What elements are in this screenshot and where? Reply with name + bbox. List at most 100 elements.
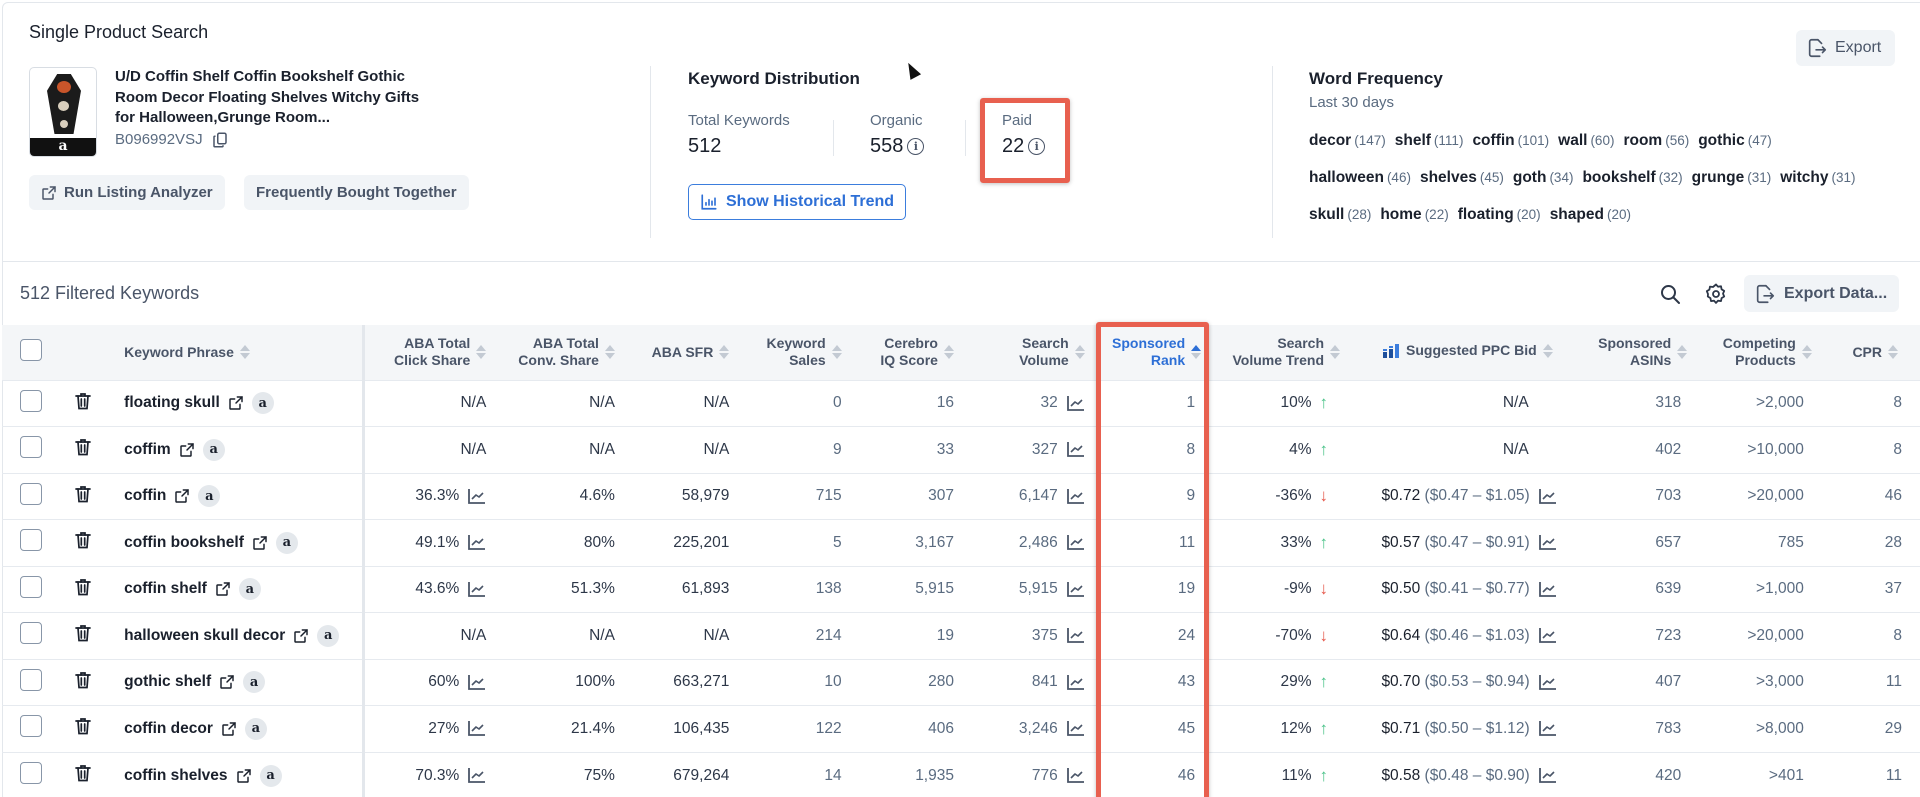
trend-chart-icon[interactable] [467, 767, 486, 784]
info-icon[interactable]: i [907, 138, 925, 155]
row-checkbox[interactable] [19, 575, 42, 598]
trash-icon[interactable] [74, 624, 91, 642]
trend-chart-icon[interactable] [1538, 767, 1557, 784]
trash-icon[interactable] [74, 717, 91, 735]
trash-icon[interactable] [74, 531, 91, 549]
export-data-button[interactable]: Export Data... [1744, 275, 1900, 312]
product-thumbnail[interactable]: a [29, 67, 97, 157]
trend-chart-icon[interactable] [1066, 488, 1085, 505]
trend-chart-icon[interactable] [1066, 441, 1085, 458]
keyword-phrase[interactable]: floating skull [124, 394, 220, 412]
external-link-icon[interactable] [221, 721, 237, 737]
external-link-icon[interactable] [252, 535, 268, 551]
row-checkbox[interactable] [19, 622, 42, 645]
keyword-phrase[interactable]: halloween skull decor [124, 627, 285, 645]
show-historical-trend-button[interactable]: Show Historical Trend [688, 184, 907, 220]
table-row[interactable]: coffim a N/A N/A N/A 9 33 327 8 4% ↑ N/A … [2, 426, 1920, 473]
header-keyword-phrase[interactable]: Keyword Phrase [106, 325, 366, 380]
table-row[interactable]: coffin bookshelf a 49.1% 80% 225,201 5 3… [2, 519, 1920, 566]
export-button[interactable]: Export [1796, 30, 1896, 66]
keyword-phrase[interactable]: coffin bookshelf [124, 534, 244, 552]
row-checkbox[interactable] [19, 762, 42, 784]
trend-chart-icon[interactable] [1538, 488, 1557, 505]
trend-chart-icon[interactable] [467, 581, 486, 598]
trend-chart-icon[interactable] [1066, 581, 1085, 598]
trash-icon[interactable] [74, 438, 91, 456]
external-link-icon[interactable] [219, 674, 235, 690]
trend-chart-icon[interactable] [1066, 720, 1085, 737]
header-competing-products[interactable]: Competing Products [1697, 325, 1822, 380]
row-checkbox[interactable] [19, 529, 42, 552]
trash-icon[interactable] [74, 671, 91, 689]
header-cpr[interactable]: CPR [1822, 325, 1920, 380]
amazon-search-icon[interactable]: a [317, 624, 340, 647]
external-link-icon[interactable] [179, 442, 195, 458]
header-cerebro-iq[interactable]: Cerebro IQ Score [852, 325, 964, 380]
run-listing-analyzer-button[interactable]: Run Listing Analyzer [29, 175, 225, 210]
trash-icon[interactable] [74, 764, 91, 782]
external-link-icon[interactable] [215, 581, 231, 597]
search-icon[interactable] [1658, 282, 1682, 306]
trend-chart-icon[interactable] [467, 488, 486, 505]
header-click-share[interactable]: ABA Total Click Share [364, 325, 497, 380]
keyword-phrase[interactable]: coffim [124, 441, 171, 459]
table-row[interactable]: halloween skull decor a N/A N/A N/A 214 … [2, 612, 1920, 659]
row-checkbox[interactable] [19, 715, 42, 738]
row-checkbox[interactable] [19, 668, 42, 691]
keyword-phrase[interactable]: coffin shelf [124, 580, 207, 598]
table-row[interactable]: gothic shelf a 60% 100% 663,271 10 280 8… [2, 659, 1920, 706]
amazon-search-icon[interactable]: a [259, 764, 282, 787]
amazon-search-icon[interactable]: a [251, 392, 274, 415]
trend-chart-icon[interactable] [1066, 627, 1085, 644]
amazon-search-icon[interactable]: a [238, 578, 261, 601]
table-row[interactable]: floating skull a N/A N/A N/A 0 16 32 1 1… [2, 380, 1920, 427]
external-link-icon[interactable] [228, 395, 244, 411]
trend-chart-icon[interactable] [1538, 581, 1557, 598]
amazon-search-icon[interactable]: a [202, 438, 225, 461]
external-link-icon[interactable] [293, 628, 309, 644]
header-sponsored-rank[interactable]: Sponsored Rank [1095, 325, 1211, 380]
trend-chart-icon[interactable] [1538, 627, 1557, 644]
header-search-volume[interactable]: Search Volume [964, 325, 1095, 380]
row-checkbox[interactable] [19, 482, 42, 505]
gear-icon[interactable] [1704, 282, 1728, 306]
row-checkbox[interactable] [19, 436, 42, 459]
copy-icon[interactable] [211, 131, 229, 149]
header-suggested-ppc-bid[interactable]: Suggested PPC Bid [1350, 325, 1575, 380]
keyword-phrase[interactable]: coffin shelves [124, 767, 227, 785]
external-link-icon[interactable] [236, 768, 252, 784]
row-checkbox[interactable] [19, 389, 42, 412]
header-search-volume-trend[interactable]: Search Volume Trend [1211, 325, 1350, 380]
trash-icon[interactable] [74, 485, 91, 503]
frequently-bought-together-button[interactable]: Frequently Bought Together [244, 175, 469, 210]
trend-chart-icon[interactable] [1538, 674, 1557, 691]
trend-chart-icon[interactable] [1066, 534, 1085, 551]
trend-chart-icon[interactable] [467, 534, 486, 551]
table-row[interactable]: coffin shelf a 43.6% 51.3% 61,893 138 5,… [2, 566, 1920, 613]
trend-chart-icon[interactable] [1538, 534, 1557, 551]
table-row[interactable]: coffin a 36.3% 4.6% 58,979 715 307 6,147… [2, 473, 1920, 520]
header-aba-sfr[interactable]: ABA SFR [625, 325, 739, 380]
header-conv-share[interactable]: ABA Total Conv. Share [496, 325, 625, 380]
amazon-search-icon[interactable]: a [244, 717, 267, 740]
trash-icon[interactable] [74, 392, 91, 410]
trend-chart-icon[interactable] [467, 674, 486, 691]
trend-chart-icon[interactable] [467, 720, 486, 737]
keyword-phrase[interactable]: coffin [124, 487, 166, 505]
header-sponsored-asins[interactable]: Sponsored ASINs [1575, 325, 1698, 380]
amazon-search-icon[interactable]: a [275, 531, 298, 554]
table-row[interactable]: coffin decor a 27% 21.4% 106,435 122 406… [2, 705, 1920, 752]
trend-chart-icon[interactable] [1066, 767, 1085, 784]
select-all-checkbox[interactable] [19, 339, 42, 362]
header-keyword-sales[interactable]: Keyword Sales [739, 325, 851, 380]
trend-chart-icon[interactable] [1538, 720, 1557, 737]
amazon-search-icon[interactable]: a [198, 485, 221, 508]
trend-chart-icon[interactable] [1066, 395, 1085, 412]
amazon-search-icon[interactable]: a [243, 671, 266, 694]
trend-chart-icon[interactable] [1066, 674, 1085, 691]
trash-icon[interactable] [74, 578, 91, 596]
external-link-icon[interactable] [174, 488, 190, 504]
keyword-phrase[interactable]: gothic shelf [124, 673, 211, 691]
keyword-phrase[interactable]: coffin decor [124, 720, 213, 738]
table-row[interactable]: coffin shelves a 70.3% 75% 679,264 14 1,… [2, 752, 1920, 797]
